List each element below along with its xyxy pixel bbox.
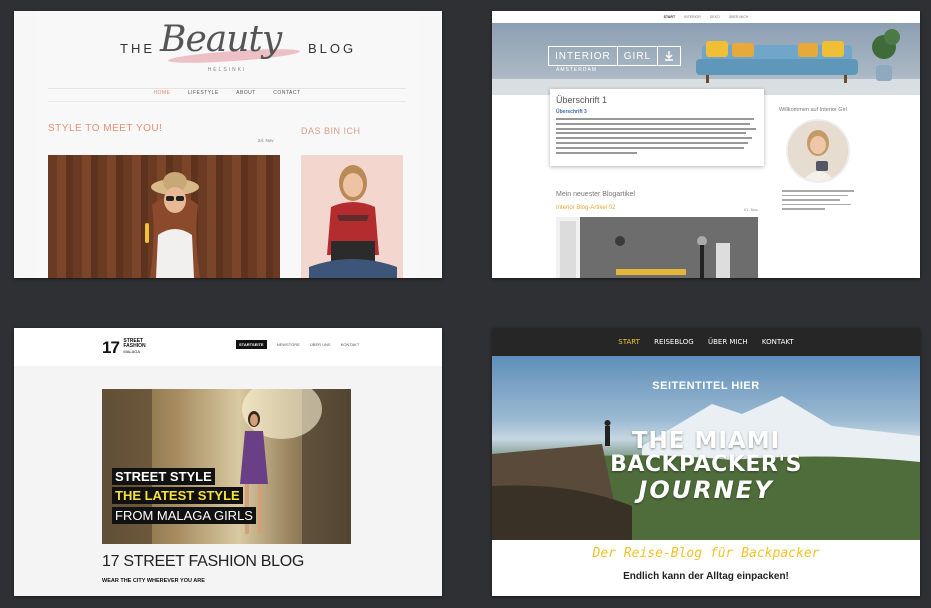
sidebar-welcome: Willkommen auf Interior Girl xyxy=(779,107,847,113)
nav-kontakt[interactable]: KONTAKT xyxy=(341,342,360,347)
woman-illustration xyxy=(145,172,200,278)
intro-body-text xyxy=(556,118,758,154)
blog-title: 17 STREET FASHION BLOG xyxy=(102,553,305,570)
newest-post-label: Mein neuester Blogartikel xyxy=(556,191,635,198)
post-date: 24. Nov xyxy=(258,138,274,143)
hero-title-line1: THE MIAMI xyxy=(631,428,781,454)
article-title[interactable]: Interior Blog-Artikel 02 xyxy=(556,205,615,211)
article-photo xyxy=(556,217,758,278)
nav-ueber-mich[interactable]: ÜBER MICH xyxy=(708,338,748,346)
nav-deko[interactable]: DEKO xyxy=(710,15,720,19)
hero-title-line3: JOURNEY xyxy=(638,476,774,504)
logo-the: THE xyxy=(120,41,155,56)
fashion-content: STREET STYLE THE LATEST STYLE FROM MALAG… xyxy=(14,366,442,596)
intro-box: Überschrift 1 Überschrift 3 xyxy=(550,89,764,166)
nav-about[interactable]: ABOUT xyxy=(236,90,256,96)
hero-photo-street-style: STREET STYLE THE LATEST STYLE FROM MALAG… xyxy=(102,389,351,544)
blog-subline: Endlich kann der Alltag einpacken! xyxy=(623,571,789,582)
logo-line3: MALAGA xyxy=(123,349,141,354)
nav-newstore[interactable]: NEWSTORE xyxy=(277,342,300,347)
logo-text: STREET FASHION MALAGA xyxy=(123,339,145,355)
intro-heading: Überschrift 1 xyxy=(556,95,608,105)
fashion-nav: STARTSEITE NEWSTORE ÜBER UNS KONTAKT xyxy=(236,340,368,349)
nav-ueber-uns[interactable]: ÜBER UNS xyxy=(310,342,331,347)
nav-reiseblog[interactable]: REISEBLOG xyxy=(654,338,694,346)
sidebar-photo-woman-laptop xyxy=(301,155,403,278)
blog-tagline: Der Reise-Blog für Backpacker xyxy=(592,546,820,561)
template-card-street-fashion[interactable]: 17 STREET FASHION MALAGA STARTSEITE NEWS… xyxy=(14,328,442,596)
interior-logo: INTERIOR GIRL xyxy=(548,46,682,66)
divider xyxy=(48,88,406,89)
avatar xyxy=(786,119,850,183)
logo-blog: BLOG xyxy=(308,41,357,56)
post-photo-woman-hat xyxy=(48,155,280,278)
beauty-blog-preview: THE Beauty BLOG HELSINKI HOME LIFESTYLE … xyxy=(36,11,418,278)
download-icon xyxy=(658,47,680,65)
logo-number: 17 xyxy=(102,338,120,357)
blog-subtitle: WEAR THE CITY WHEREVER YOU ARE xyxy=(102,578,205,584)
nav-lifestyle[interactable]: LIFESTYLE xyxy=(188,90,219,96)
nav-start[interactable]: START xyxy=(664,15,675,19)
post-heading: STYLE TO MEET YOU! xyxy=(48,123,163,134)
logo-subtitle: HELSINKI xyxy=(207,67,247,73)
logo-location: AMSTERDAM xyxy=(556,67,597,73)
nav-kontakt[interactable]: KONTAKT xyxy=(762,338,794,346)
nav-start[interactable]: START xyxy=(618,338,640,346)
sidebar-heading: DAS BIN ICH xyxy=(301,126,361,136)
logo-beauty: Beauty xyxy=(160,19,282,60)
nav-contact[interactable]: CONTACT xyxy=(273,90,300,96)
fashion-header: 17 STREET FASHION MALAGA STARTSEITE NEWS… xyxy=(14,328,442,366)
hero-title-line2: BACKPACKER'S xyxy=(610,452,802,477)
interior-top-nav: START INTERIOR DEKO ÜBER MICH xyxy=(492,11,920,23)
logo-interior: INTERIOR xyxy=(549,47,618,65)
tag-latest-style: THE LATEST STYLE xyxy=(112,487,243,504)
nav-ueber-mich[interactable]: ÜBER MICH xyxy=(729,15,749,19)
nav-interior[interactable]: INTERIOR xyxy=(684,15,701,19)
sidebar-text xyxy=(782,187,854,213)
tag-street-style: STREET STYLE xyxy=(112,468,215,485)
beauty-blog-logo: THE Beauty BLOG HELSINKI xyxy=(36,19,418,73)
backpacker-nav: START REISEBLOG ÜBER MICH KONTAKT xyxy=(492,328,920,356)
page-title: SEITENTITEL HIER xyxy=(652,380,760,392)
article-date: 01. Nov xyxy=(744,207,758,212)
logo-girl: GIRL xyxy=(618,47,659,65)
template-card-beauty-blog[interactable]: THE Beauty BLOG HELSINKI HOME LIFESTYLE … xyxy=(14,11,442,278)
nav-startseite[interactable]: STARTSEITE xyxy=(236,340,267,349)
fashion-logo: 17 STREET FASHION MALAGA xyxy=(102,338,146,358)
nav-home[interactable]: HOME xyxy=(153,90,170,96)
beauty-nav: HOME LIFESTYLE ABOUT CONTACT xyxy=(36,90,418,96)
intro-subheading: Überschrift 3 xyxy=(556,109,587,115)
tag-malaga-girls: FROM MALAGA GIRLS xyxy=(112,507,256,524)
interior-hero-sofa: INTERIOR GIRL AMSTERDAM xyxy=(492,23,920,95)
divider xyxy=(48,101,406,102)
hero-mountain-landscape: SEITENTITEL HIER THE MIAMI BACKPACKER'S … xyxy=(492,356,920,540)
template-card-miami-backpacker[interactable]: START REISEBLOG ÜBER MICH KONTAKT SEITEN… xyxy=(492,328,920,596)
template-card-interior-girl[interactable]: START INTERIOR DEKO ÜBER MICH INTERIOR G… xyxy=(492,11,920,278)
